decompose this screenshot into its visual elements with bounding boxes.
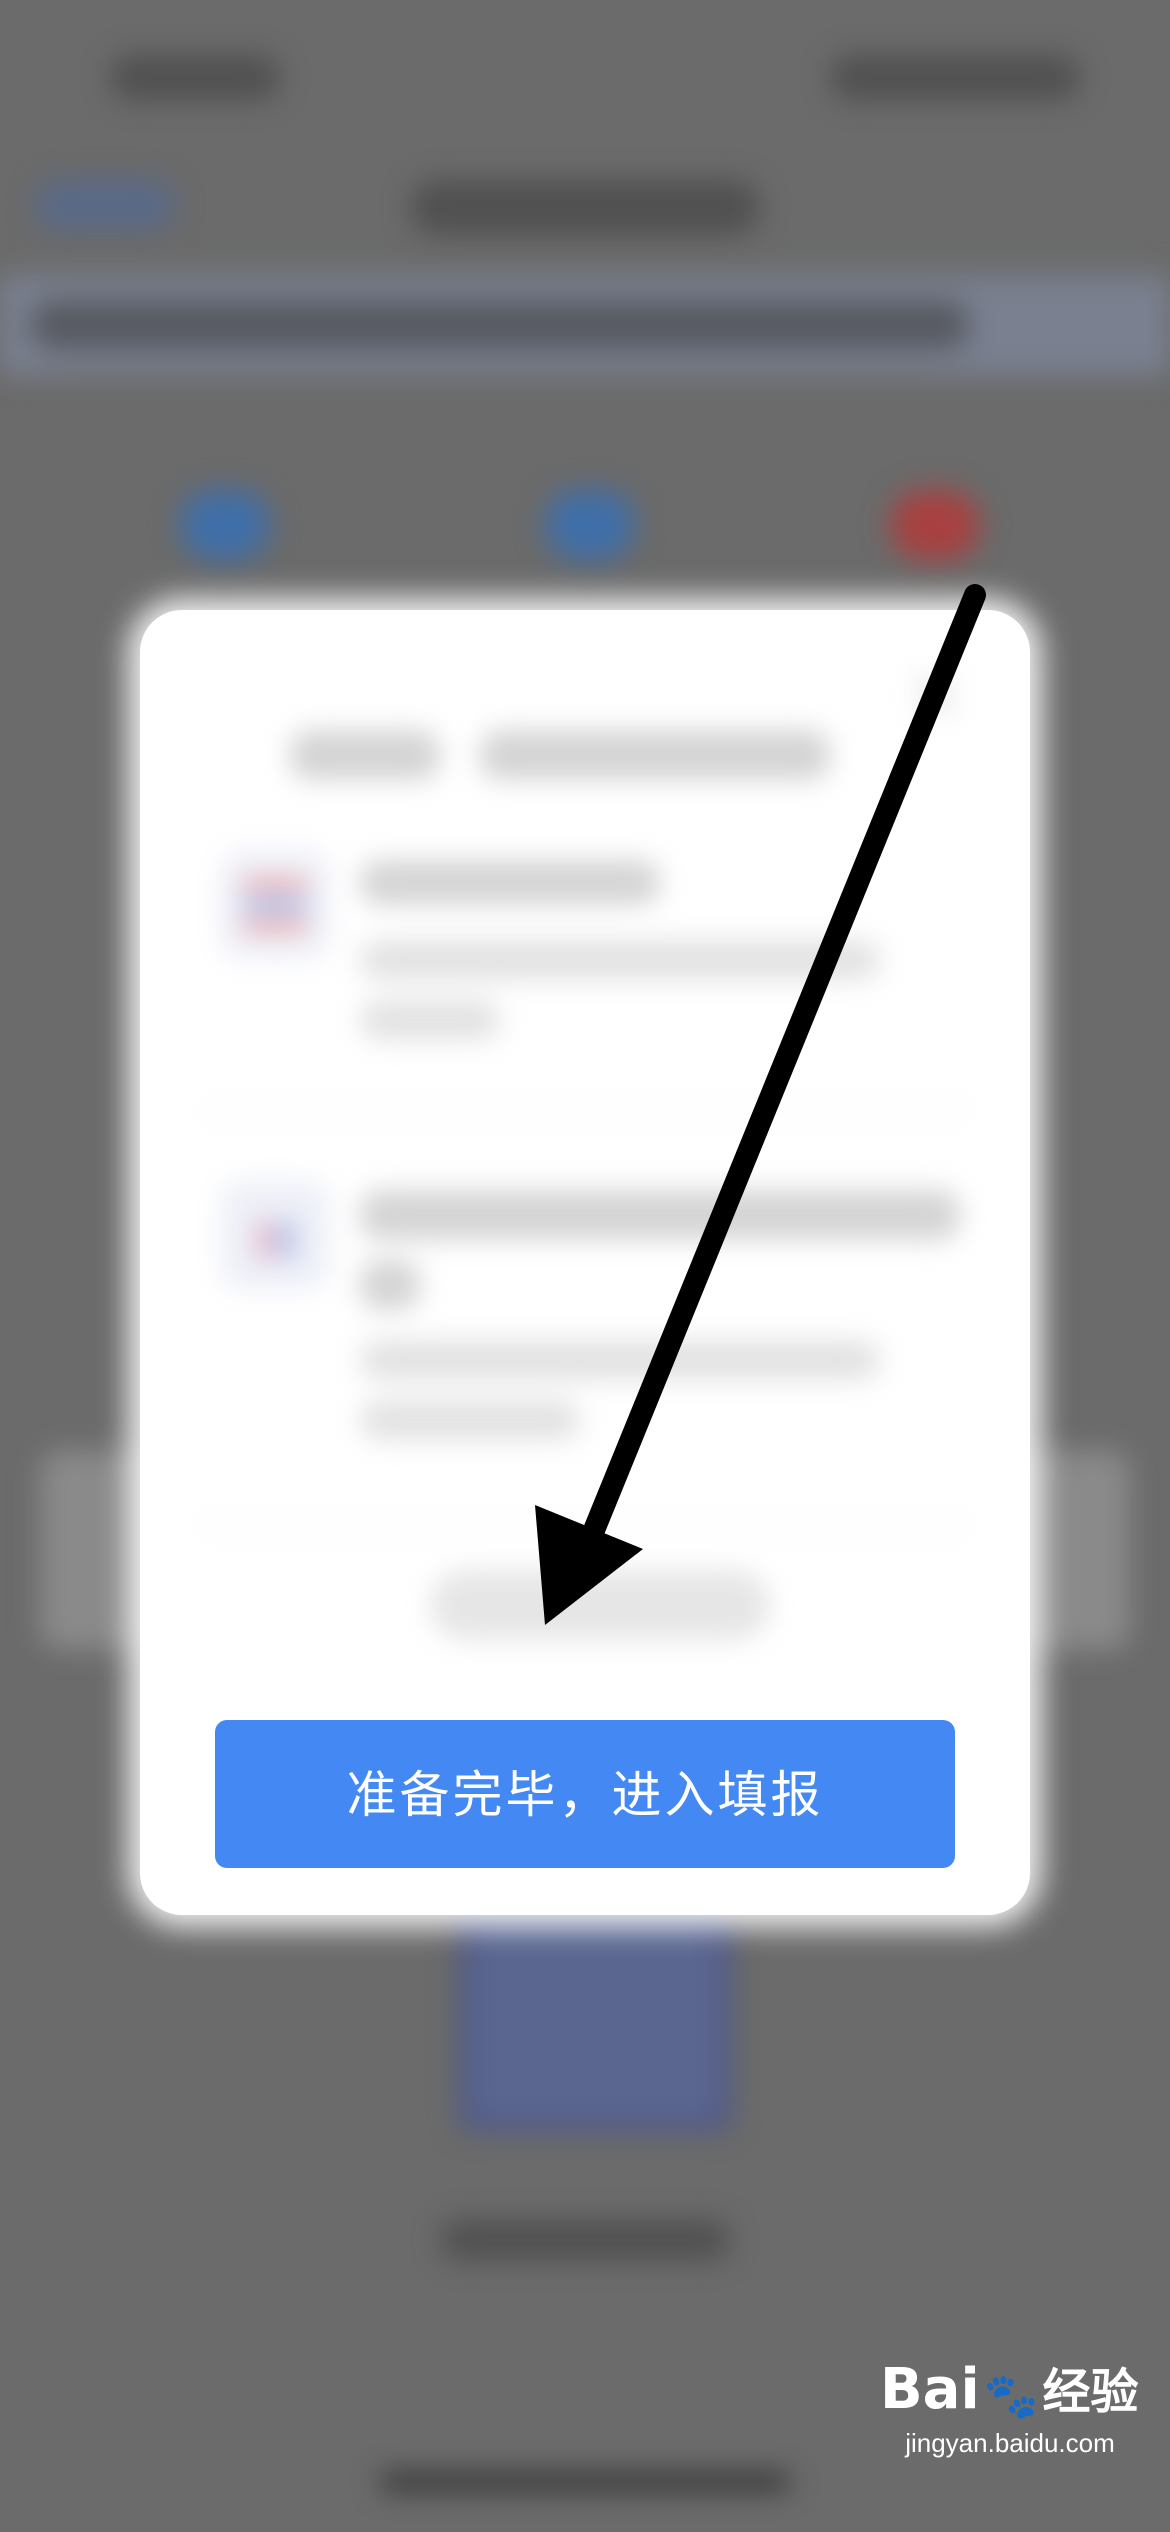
notice-text <box>30 300 970 350</box>
list-item-desc-2a <box>360 1340 880 1380</box>
list-item-title-2b <box>360 1260 420 1310</box>
watermark-logo-left: Bai <box>880 2357 980 2422</box>
watermark-logo-right: 经验 <box>1042 2364 1139 2420</box>
modal-subtitle-b <box>480 730 830 780</box>
menu-icon-3[interactable] <box>890 490 980 560</box>
background-illustration <box>460 1900 730 2130</box>
baidu-paw-icon: 🐾 <box>983 2371 1039 2422</box>
nav-title <box>410 180 760 235</box>
menu-icon-1[interactable] <box>180 490 270 560</box>
home-indicator <box>380 2475 790 2489</box>
list-item-icon-2 <box>220 1180 330 1290</box>
modal-dialog: 准备完毕，进入填报 <box>140 610 1030 1915</box>
menu-icon-2[interactable] <box>545 490 635 560</box>
status-time <box>110 55 280 100</box>
background-caption <box>440 2220 730 2260</box>
modal-subtitle-a <box>290 730 440 780</box>
confirm-enter-button[interactable]: 准备完毕，进入填报 <box>215 1720 955 1868</box>
add-button[interactable] <box>430 1570 770 1640</box>
close-icon[interactable] <box>900 660 970 730</box>
back-button[interactable] <box>35 180 175 230</box>
list-item-title-2a <box>360 1190 960 1240</box>
status-bar <box>0 0 1170 140</box>
divider-bottom <box>200 1525 970 1528</box>
watermark-url: jingyan.baidu.com <box>905 2428 1115 2458</box>
watermark-logo: Bai 🐾 经验 <box>880 2352 1140 2422</box>
notice-bar <box>0 275 1170 375</box>
list-item-desc-1b <box>360 1000 500 1040</box>
list-item-desc-2b <box>360 1400 580 1440</box>
list-item-desc-1a <box>360 940 880 980</box>
status-icons <box>830 55 1080 100</box>
nav-bar <box>0 150 1170 270</box>
list-item-icon-1 <box>220 850 330 960</box>
list-item-title-1 <box>360 860 660 905</box>
watermark: Bai 🐾 经验 jingyan.baidu.com <box>880 2352 1140 2492</box>
divider <box>200 1110 970 1113</box>
